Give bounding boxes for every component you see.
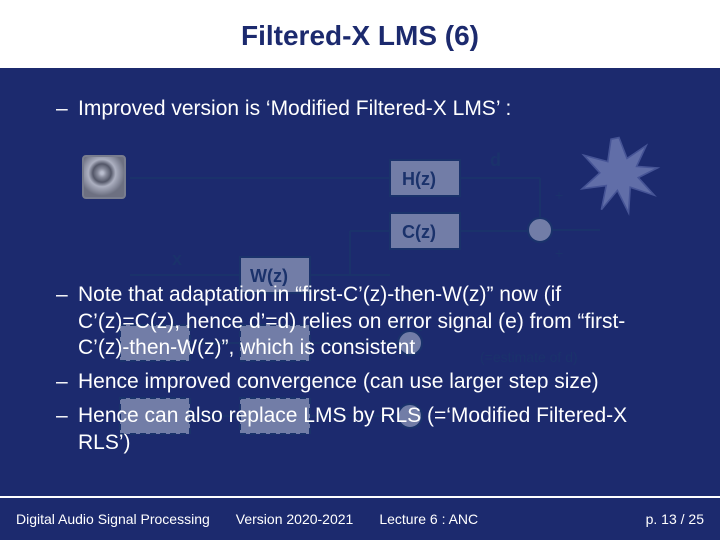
bullet-dash: – <box>56 96 78 122</box>
bullet-item: – Improved version is ‘Modified Filtered… <box>56 96 664 122</box>
bullet-text: Hence can also replace LMS by RLS (=‘Mod… <box>78 403 664 456</box>
footer-course: Digital Audio Signal Processing <box>16 511 210 527</box>
title-bar: Filtered-X LMS (6) <box>0 0 720 72</box>
bullet-item: – Hence improved convergence (can use la… <box>56 369 664 395</box>
bullet-dash: – <box>56 369 78 395</box>
bullet-dash: – <box>56 282 78 308</box>
content-area: – Improved version is ‘Modified Filtered… <box>0 72 720 456</box>
footer-version: Version 2020-2021 <box>236 511 354 527</box>
bullet-dash: – <box>56 403 78 429</box>
diagram-gap <box>56 130 664 280</box>
footer-page: p. 13 / 25 <box>646 511 704 527</box>
page-title: Filtered-X LMS (6) <box>241 20 479 52</box>
bullet-text: Hence improved convergence (can use larg… <box>78 369 599 395</box>
bullet-text: Improved version is ‘Modified Filtered-X… <box>78 96 511 122</box>
title-underline <box>0 68 720 72</box>
footer-lecture: Lecture 6 : ANC <box>379 511 478 527</box>
footer: Digital Audio Signal Processing Version … <box>0 496 720 540</box>
bullet-item: – Hence can also replace LMS by RLS (=‘M… <box>56 403 664 456</box>
bullet-text: Note that adaptation in “first-C’(z)-the… <box>78 282 664 361</box>
bullet-item: – Note that adaptation in “first-C’(z)-t… <box>56 282 664 361</box>
